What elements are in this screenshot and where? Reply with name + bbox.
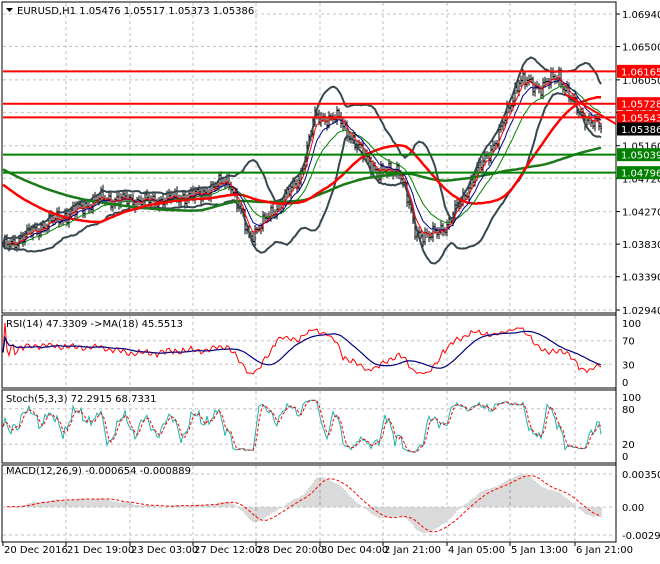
price-axis-label: 1.06940 xyxy=(622,10,660,21)
resistance-level-label: 1.05728 xyxy=(621,100,660,111)
time-label: 30 Dec 04:00 xyxy=(321,545,388,556)
time-label: 6 Jan 21:00 xyxy=(576,545,633,556)
price-axis-label: 1.06500 xyxy=(622,43,660,54)
time-label: 2 Jan 21:00 xyxy=(384,545,441,556)
price-panel[interactable] xyxy=(1,1,617,314)
price-axis-label: 1.02940 xyxy=(622,306,660,317)
time-label: 4 Jan 05:00 xyxy=(448,545,505,556)
time-label: 28 Dec 20:00 xyxy=(257,545,324,556)
time-label: 23 Dec 03:00 xyxy=(131,545,198,556)
chart-symbol: EURUSD,H1 1.05476 1.05517 1.05373 1.0538… xyxy=(17,6,254,17)
stoch-axis-label: 100 xyxy=(622,393,641,404)
current-level-label: 1.05386 xyxy=(621,125,660,136)
macd-axis-label: -0.002938 xyxy=(622,531,660,542)
rsi-title: RSI(14) 47.3309 ->MA(18) 45.5513 xyxy=(6,319,183,330)
time-label: 5 Jan 13:00 xyxy=(511,545,568,556)
time-label: 27 Dec 12:00 xyxy=(194,545,261,556)
time-label: 20 Dec 2016 xyxy=(4,545,68,556)
rsi-axis-label: 70 xyxy=(622,337,635,348)
rsi-axis-label: 100 xyxy=(622,319,641,330)
rsi-axis-label: 30 xyxy=(622,360,635,371)
trading-chart[interactable]: EURUSD,H1 1.05476 1.05517 1.05373 1.0538… xyxy=(0,0,660,560)
stoch-axis-label: 20 xyxy=(622,440,635,451)
stoch-axis-label: 80 xyxy=(622,405,635,416)
support-level-label: 1.05039 xyxy=(621,151,660,162)
resistance-level-label: 1.06165 xyxy=(621,67,660,78)
rsi-axis-label: 0 xyxy=(622,378,628,389)
macd-axis-label: 0.003502 xyxy=(622,470,660,481)
time-label: 21 Dec 19:00 xyxy=(67,545,134,556)
stoch-axis-label: 0 xyxy=(622,452,628,463)
macd-axis-label: 0.00 xyxy=(622,503,644,514)
price-axis-label: 1.04270 xyxy=(622,208,660,219)
macd-title: MACD(12,26,9) -0.000654 -0.000889 xyxy=(6,466,191,477)
support-level-label: 1.04796 xyxy=(621,169,660,180)
price-axis-label: 1.03390 xyxy=(622,273,660,284)
price-axis-label: 1.03830 xyxy=(622,240,660,251)
stoch-title: Stoch(5,3,3) 72.2915 68.7331 xyxy=(6,394,157,405)
